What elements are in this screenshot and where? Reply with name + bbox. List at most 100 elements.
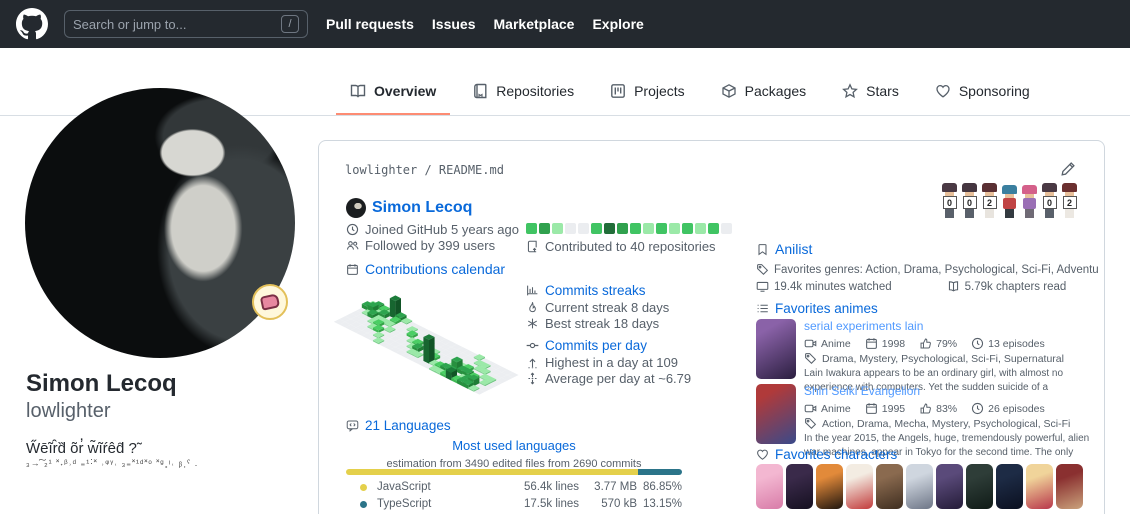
tab-sponsoring[interactable]: Sponsoring	[921, 71, 1044, 115]
commits-streaks-link[interactable]: Commits streaks	[526, 283, 646, 298]
tab-label: Stars	[866, 83, 899, 99]
languages-bar	[346, 469, 682, 475]
tab-stars[interactable]: Stars	[828, 71, 913, 115]
anime-tags: Drama, Mystery, Psychological, Sci-Fi, S…	[804, 352, 1096, 365]
contrib-square	[565, 223, 576, 234]
bookmark-icon	[756, 243, 769, 256]
contrib-square	[591, 223, 602, 234]
arrow-up-icon	[526, 356, 539, 369]
tag-icon	[756, 263, 769, 276]
contrib-square	[669, 223, 680, 234]
anime-meta: Anime 1998 79% 13 episodes	[804, 337, 1096, 350]
contrib-square	[604, 223, 615, 234]
lang-row-typescript: TypeScript 17.5k lines 570 kB 13.15%	[346, 498, 682, 510]
github-profile-page: / Pull requests Issues Marketplace Explo…	[0, 0, 1130, 514]
nav-pull-requests[interactable]: Pull requests	[326, 16, 414, 32]
character-thumb[interactable]	[846, 464, 873, 509]
lang-row-javascript: JavaScript 56.4k lines 3.77 MB 86.85%	[346, 481, 682, 493]
nav-marketplace[interactable]: Marketplace	[494, 16, 575, 32]
tab-projects[interactable]: Projects	[596, 71, 699, 115]
calendar-icon	[865, 402, 878, 415]
minutes-watched: 19.4k minutes watched	[756, 280, 892, 293]
calendar-icon	[346, 263, 359, 276]
best-streak: Best streak 18 days	[526, 316, 659, 331]
tag-icon	[804, 417, 817, 430]
profile-avatar[interactable]	[25, 88, 295, 358]
calendar-icon	[865, 337, 878, 350]
tab-label: Overview	[374, 83, 436, 99]
status-emoji-badge[interactable]	[252, 284, 288, 320]
contrib-square	[656, 223, 667, 234]
search-input[interactable]	[73, 17, 281, 32]
readme-user-link[interactable]: Simon Lecoq	[372, 199, 472, 217]
contributions-calendar-link[interactable]: Contributions calendar	[346, 261, 505, 277]
pixel-figure: 0	[1041, 183, 1058, 218]
video-icon	[804, 402, 817, 415]
pixel-figure: 2	[1061, 183, 1078, 218]
thumbsup-icon	[919, 402, 932, 415]
profile-bio-line2: ₃→͠ ₂¹ ˟˖ᵝ˒ᵈ ₌¹˸˟ ˒ᵠᵞ˓ ₃₌˟¹ᵈ˟ᵒ ˟ᵍ˳ᵎ˓ ᵦ˲ˁ…	[26, 458, 306, 469]
lang-dot	[360, 484, 367, 491]
people-icon	[346, 239, 359, 252]
character-thumb[interactable]	[756, 464, 783, 509]
heart-icon	[756, 448, 769, 461]
thumbsup-icon	[919, 337, 932, 350]
character-thumb[interactable]	[906, 464, 933, 509]
slash-key-hint: /	[281, 15, 299, 33]
package-icon	[721, 83, 737, 99]
star-burst-icon	[526, 317, 539, 330]
favorites-animes-link[interactable]: Favorites animes	[756, 301, 878, 316]
anilist-link[interactable]: Anilist	[756, 241, 812, 257]
contrib-square	[643, 223, 654, 234]
character-thumb[interactable]	[966, 464, 993, 509]
anime-cover[interactable]	[756, 384, 796, 444]
lang-segment-javascript	[346, 469, 638, 475]
tag-icon	[804, 352, 817, 365]
video-icon	[804, 337, 817, 350]
pixel-figure: 0	[941, 183, 958, 218]
nav-issues[interactable]: Issues	[432, 16, 476, 32]
clock-icon	[971, 402, 984, 415]
contrib-square	[708, 223, 719, 234]
languages-link[interactable]: 21 Languages	[346, 418, 451, 433]
joined-line: Joined GitHub 5 years ago	[346, 222, 519, 237]
octopus-emoji-icon	[260, 293, 281, 310]
anime-title-link[interactable]: Shin Seiki Evangelion	[804, 384, 920, 398]
current-streak: Current streak 8 days	[526, 300, 669, 315]
profile-username: lowlighter	[26, 400, 110, 423]
isometric-contribution-chart	[329, 277, 539, 409]
followed-line: Followed by 399 users	[346, 238, 495, 253]
character-thumb[interactable]	[1056, 464, 1083, 509]
heart-icon	[935, 83, 951, 99]
pencil-icon[interactable]	[1060, 161, 1076, 177]
tab-repositories[interactable]: Repositories	[458, 71, 588, 115]
character-thumb[interactable]	[816, 464, 843, 509]
nav-explore[interactable]: Explore	[592, 16, 643, 32]
anime-cover[interactable]	[756, 319, 796, 379]
most-used-languages-link[interactable]: Most used languages	[452, 438, 576, 453]
character-thumb[interactable]	[876, 464, 903, 509]
book-open-icon	[947, 280, 960, 293]
readme-user-row: Simon Lecoq	[346, 198, 472, 218]
clock-icon	[971, 337, 984, 350]
character-thumb[interactable]	[996, 464, 1023, 509]
character-thumb[interactable]	[786, 464, 813, 509]
favorites-characters-link[interactable]: Favorites characters	[756, 447, 897, 462]
project-icon	[610, 83, 626, 99]
character-thumb[interactable]	[936, 464, 963, 509]
pixel-figure: 0	[961, 183, 978, 218]
favorites-genres: Favorites genres: Action, Drama, Psychol…	[756, 263, 1098, 276]
character-thumb[interactable]	[1026, 464, 1053, 509]
commits-per-day-link[interactable]: Commits per day	[526, 338, 647, 353]
readme-card: lowlighter / README.md Simon Lecoq Joine…	[318, 140, 1105, 514]
lang-segment-typescript	[638, 469, 682, 475]
clock-icon	[346, 223, 359, 236]
mini-avatar	[346, 198, 366, 218]
github-logo-icon[interactable]	[16, 8, 48, 40]
tab-packages[interactable]: Packages	[707, 71, 820, 115]
tab-overview[interactable]: Overview	[336, 71, 450, 115]
anime-title-link[interactable]: serial experiments lain	[804, 319, 923, 333]
readme-path: lowlighter / README.md	[345, 163, 504, 177]
top-header: / Pull requests Issues Marketplace Explo…	[0, 0, 1130, 48]
search-box[interactable]: /	[64, 10, 308, 38]
